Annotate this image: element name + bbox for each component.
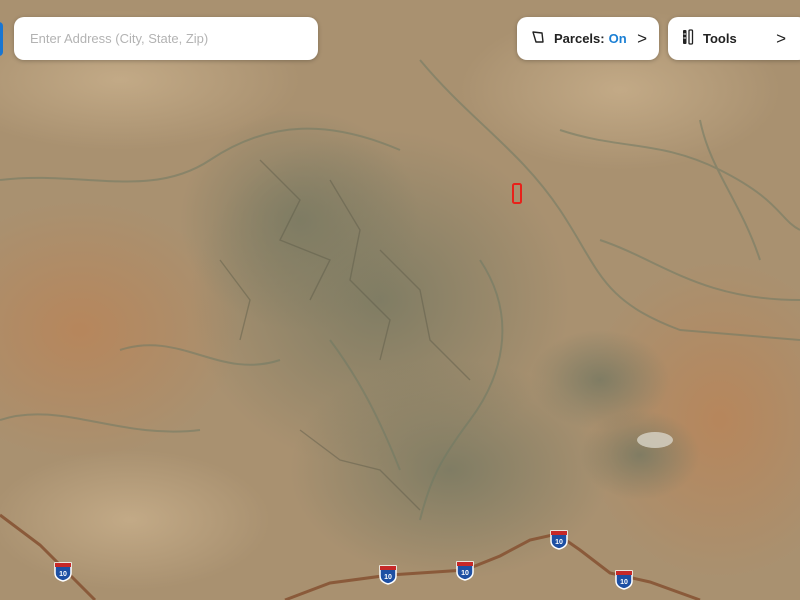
satellite-map[interactable]: 10 10 10 10 10 xyxy=(0,0,800,600)
address-search-input[interactable] xyxy=(28,30,304,47)
parcels-label: Parcels: xyxy=(554,31,605,46)
svg-text:10: 10 xyxy=(555,539,563,546)
i10-shield: 10 xyxy=(550,530,568,550)
side-panel-tab[interactable] xyxy=(0,22,3,56)
svg-text:10: 10 xyxy=(59,571,67,578)
i10-shield: 10 xyxy=(379,565,397,585)
parcels-state: On xyxy=(608,31,627,46)
i10-shield: 10 xyxy=(615,570,633,590)
i10-shield: 10 xyxy=(456,561,474,581)
tools-icon xyxy=(682,29,694,48)
address-search-box[interactable] xyxy=(14,17,318,60)
svg-text:10: 10 xyxy=(384,574,392,581)
chevron-right-icon: > xyxy=(776,28,786,48)
tools-button[interactable]: Tools > xyxy=(668,17,800,60)
svg-text:10: 10 xyxy=(620,579,628,586)
tools-label: Tools xyxy=(703,31,737,46)
svg-text:10: 10 xyxy=(461,570,469,577)
parcels-toggle-button[interactable]: Parcels: On > xyxy=(517,17,659,60)
chevron-right-icon: > xyxy=(637,28,647,48)
i10-shield: 10 xyxy=(54,562,72,582)
parcel-shape-icon xyxy=(531,30,545,47)
